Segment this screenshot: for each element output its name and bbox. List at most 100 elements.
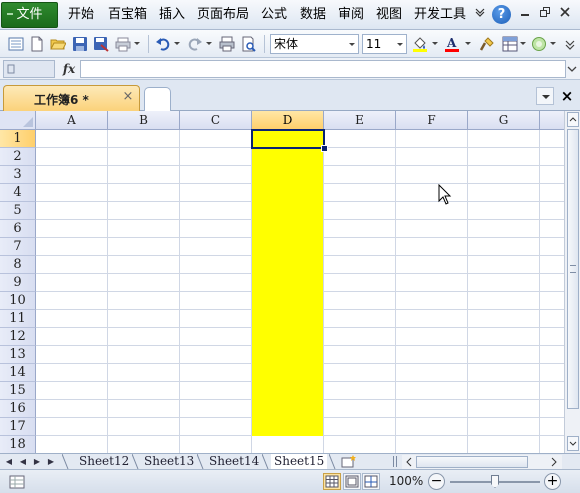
toolbar-overflow-icon[interactable]	[564, 36, 576, 52]
first-sheet-icon[interactable]: ◀	[4, 455, 14, 468]
restore-icon[interactable]	[538, 5, 552, 25]
app-menu-icon[interactable]	[8, 36, 24, 52]
row-header-13[interactable]: 13	[0, 346, 36, 364]
minimize-icon[interactable]	[518, 5, 532, 25]
zoom-out-button[interactable]: −	[428, 473, 445, 490]
redo-arrow-icon[interactable]	[206, 42, 212, 45]
close-window-icon[interactable]	[558, 5, 572, 25]
zoom-level[interactable]: 100%	[389, 474, 423, 488]
menu-formulas[interactable]: 公式	[261, 6, 287, 24]
collapse-ribbon-icon[interactable]	[473, 5, 487, 25]
tab-list-button[interactable]	[536, 87, 554, 105]
menu-toolbox[interactable]: 百宝箱	[108, 6, 147, 24]
macro-record-icon[interactable]	[9, 474, 25, 490]
row-header-12[interactable]: 12	[0, 328, 36, 346]
row-header-4[interactable]: 4	[0, 184, 36, 202]
redo-icon[interactable]	[187, 36, 203, 52]
row-header-1[interactable]: 1	[0, 130, 36, 148]
menu-home[interactable]: 开始	[68, 6, 94, 24]
close-workbook-icon[interactable]: ×	[558, 87, 576, 105]
print-options-icon[interactable]	[115, 36, 131, 52]
menu-data[interactable]: 数据	[300, 6, 326, 24]
undo-icon[interactable]	[155, 36, 171, 52]
sheet-tab-sheet13[interactable]: Sheet13	[141, 454, 197, 469]
sheet-tab-sheet12[interactable]: Sheet12	[76, 454, 132, 469]
row-header-5[interactable]: 5	[0, 202, 36, 220]
row-header-14[interactable]: 14	[0, 364, 36, 382]
open-folder-icon[interactable]	[50, 36, 66, 52]
row-header-6[interactable]: 6	[0, 220, 36, 238]
cell-style-arrow-icon[interactable]	[550, 42, 556, 45]
active-cell-d1[interactable]	[251, 129, 328, 152]
file-menu-button[interactable]: 文件	[1, 2, 58, 28]
last-sheet-icon[interactable]: ▶	[46, 455, 56, 468]
font-color-arrow-icon[interactable]	[465, 42, 471, 45]
formula-input[interactable]	[80, 60, 566, 78]
next-sheet-icon[interactable]: ▶	[32, 455, 42, 468]
scroll-right-arrow[interactable]	[548, 456, 560, 468]
row-header-16[interactable]: 16	[0, 400, 36, 418]
insert-function-icon[interactable]: fx	[60, 60, 78, 78]
print-preview-icon[interactable]	[241, 36, 257, 52]
new-tab-button[interactable]	[144, 87, 171, 111]
zoom-in-button[interactable]: +	[544, 473, 561, 490]
horizontal-scroll-thumb[interactable]	[416, 456, 528, 468]
column-header-b[interactable]: B	[108, 111, 180, 130]
column-header-partial[interactable]	[540, 111, 564, 130]
new-document-icon[interactable]	[29, 36, 45, 52]
row-header-17[interactable]: 17	[0, 418, 36, 436]
normal-view-button[interactable]	[323, 473, 341, 490]
menu-review[interactable]: 审阅	[338, 6, 364, 24]
column-header-g[interactable]: G	[468, 111, 540, 130]
vertical-scrollbar[interactable]	[564, 111, 580, 453]
row-header-9[interactable]: 9	[0, 274, 36, 292]
print-icon[interactable]	[219, 36, 235, 52]
name-box[interactable]	[3, 60, 55, 78]
fill-color-icon[interactable]	[412, 36, 428, 52]
tab-split-handle[interactable]	[393, 456, 397, 467]
row-header-7[interactable]: 7	[0, 238, 36, 256]
table-style-arrow-icon[interactable]	[520, 42, 526, 45]
row-header-15[interactable]: 15	[0, 382, 36, 400]
vertical-scroll-thumb[interactable]	[567, 129, 579, 409]
horizontal-scrollbar[interactable]	[402, 455, 562, 469]
menu-page-layout[interactable]: 页面布局	[197, 6, 249, 24]
table-style-icon[interactable]	[502, 36, 518, 52]
font-name-select[interactable]: 宋体	[270, 34, 359, 54]
column-header-d[interactable]: D	[252, 111, 324, 130]
row-header-11[interactable]: 11	[0, 310, 36, 328]
font-size-select[interactable]: 11	[362, 34, 407, 54]
menu-developer[interactable]: 开发工具	[414, 6, 466, 24]
column-header-f[interactable]: F	[396, 111, 468, 130]
document-tab[interactable]: 工作簿6 * ×	[3, 85, 140, 111]
scroll-up-arrow[interactable]	[567, 112, 579, 127]
scroll-left-arrow[interactable]	[403, 456, 415, 468]
font-color-icon[interactable]: A	[444, 36, 460, 52]
column-header-e[interactable]: E	[324, 111, 396, 130]
row-header-8[interactable]: 8	[0, 256, 36, 274]
menu-view[interactable]: 视图	[376, 6, 402, 24]
zoom-slider-thumb[interactable]	[491, 475, 499, 488]
select-all-corner[interactable]	[0, 111, 36, 130]
cell-style-icon[interactable]	[531, 36, 547, 52]
insert-sheet-icon[interactable]	[341, 455, 357, 468]
sheet-tab-sheet15[interactable]: Sheet15	[271, 454, 328, 469]
undo-arrow-icon[interactable]	[174, 42, 180, 45]
prev-sheet-icon[interactable]: ◀	[18, 455, 28, 468]
menu-insert[interactable]: 插入	[159, 6, 185, 24]
print-options-arrow-icon[interactable]	[134, 42, 140, 45]
fill-color-arrow-icon[interactable]	[432, 42, 438, 45]
row-header-2[interactable]: 2	[0, 148, 36, 166]
row-header-10[interactable]: 10	[0, 292, 36, 310]
help-icon[interactable]: ?	[492, 5, 511, 24]
scroll-down-arrow[interactable]	[567, 436, 579, 451]
page-layout-view-button[interactable]	[343, 473, 361, 490]
expand-formula-icon[interactable]	[566, 60, 578, 78]
save-as-icon[interactable]	[93, 36, 109, 52]
row-header-3[interactable]: 3	[0, 166, 36, 184]
sheet-tab-sheet14[interactable]: Sheet14	[206, 454, 262, 469]
row-header-18[interactable]: 18	[0, 436, 36, 453]
format-painter-icon[interactable]	[479, 36, 495, 52]
page-break-view-button[interactable]	[362, 473, 380, 490]
column-header-a[interactable]: A	[36, 111, 108, 130]
